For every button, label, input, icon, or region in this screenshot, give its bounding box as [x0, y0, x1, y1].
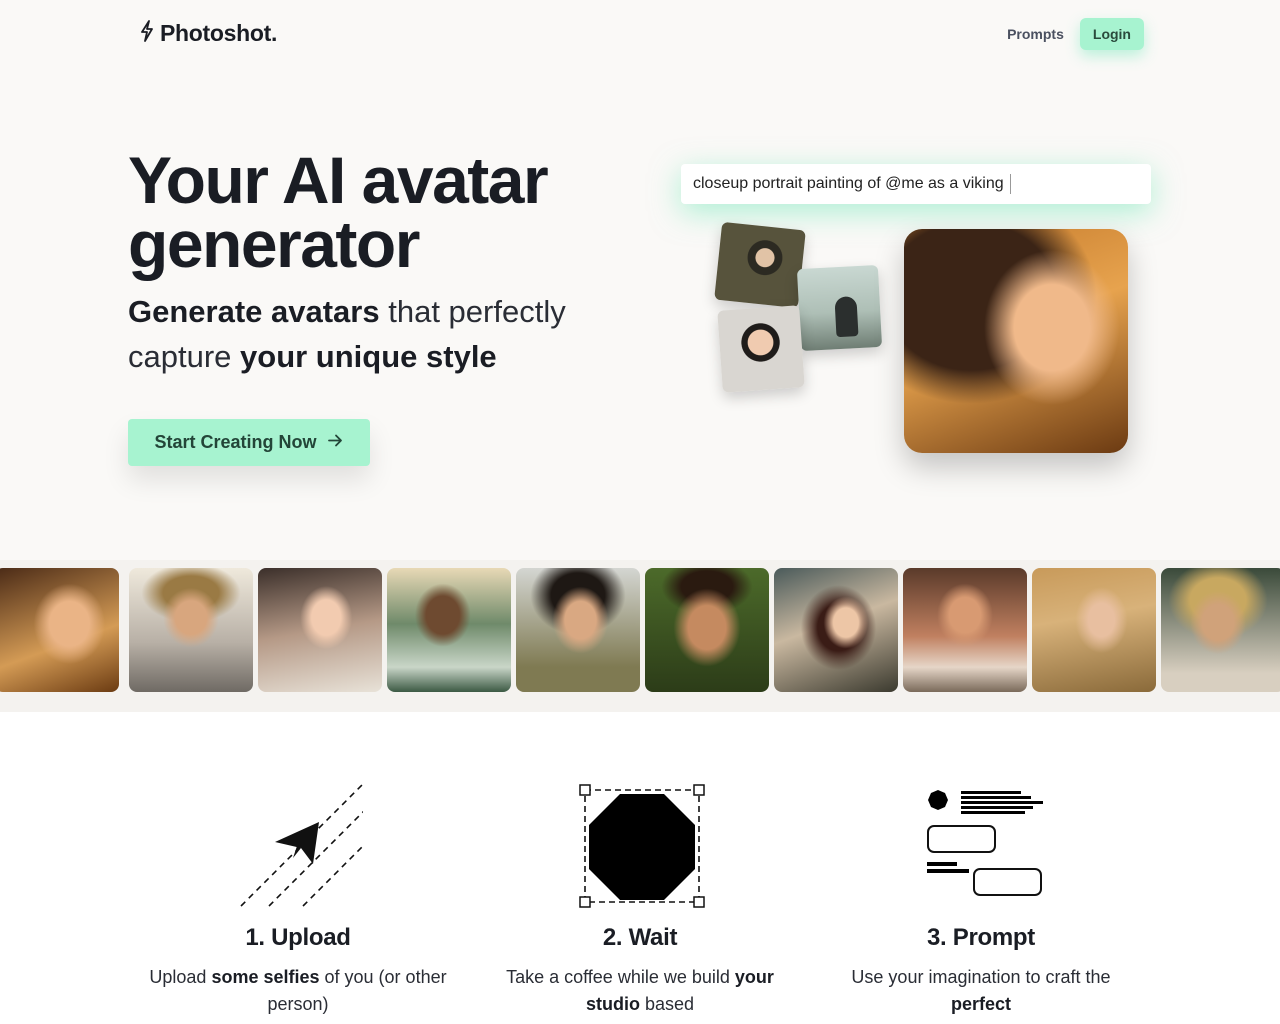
step-title: 2. Wait: [602, 924, 678, 951]
prompt-demo-text: closeup portrait painting of @me as a vi…: [693, 175, 1004, 192]
avatar-image: [0, 568, 119, 692]
logo[interactable]: Photoshot.: [140, 20, 277, 47]
paper-plane-icon: [233, 782, 368, 917]
avatar-image: [645, 568, 769, 692]
step-desc-text: Take a coffee while we build: [506, 967, 735, 987]
step-description: Use your imagination to craft the perfec…: [831, 964, 1131, 1018]
avatar-image: [258, 568, 382, 692]
start-creating-button[interactable]: Start Creating Now: [128, 419, 370, 466]
hero-subtitle: Generate avatars that perfectly capture …: [128, 289, 648, 379]
hero-title: Your AI avatar generator: [128, 143, 549, 281]
step-desc-bold: some selfies: [211, 967, 320, 987]
octagon-selection-icon: [575, 782, 705, 917]
nav-prompts-link[interactable]: Prompts: [1007, 20, 1064, 48]
text-caret: [1009, 174, 1011, 194]
site-header: Photoshot. Prompts Login: [0, 0, 1280, 70]
avatar-image: [129, 568, 253, 692]
prompt-layout-icon: [916, 782, 1046, 917]
selfie-thumbnail-3: [717, 305, 805, 393]
step-desc-text: Use your imagination to craft the: [851, 967, 1111, 987]
subtitle-bold-1: Generate avatars: [128, 294, 380, 329]
avatar-image: [387, 568, 511, 692]
how-it-works: 1. Upload Upload some selfies of you (or…: [0, 712, 1280, 1024]
step-desc-text: Upload: [149, 967, 212, 987]
step-description: Take a coffee while we build your studio…: [490, 964, 790, 1018]
avatar-image: [903, 568, 1027, 692]
generated-portrait: [904, 229, 1128, 453]
selfie-thumbnail-2: [796, 264, 883, 352]
step-desc-bold: perfect: [950, 994, 1012, 1014]
top-nav: Prompts Login: [1007, 18, 1144, 50]
prompt-demo-input: closeup portrait painting of @me as a vi…: [681, 164, 1151, 204]
avatar-image: [516, 568, 640, 692]
avatar-image: [1032, 568, 1156, 692]
avatar-image: [774, 568, 898, 692]
subtitle-bold-2: your unique style: [240, 339, 497, 374]
avatar-image: [1161, 568, 1280, 692]
cta-label: Start Creating Now: [154, 432, 317, 452]
step-desc-text: based: [639, 994, 695, 1014]
step-title: 1. Upload: [245, 924, 351, 951]
step-description: Upload some selfies of you (or other per…: [148, 964, 448, 1018]
login-button[interactable]: Login: [1079, 18, 1144, 50]
bolt-icon: [140, 20, 154, 47]
avatar-strip: [0, 560, 1280, 712]
step-title: 3. Prompt: [927, 924, 1035, 951]
selfie-thumbnail-1: [714, 221, 806, 309]
logo-text: Photoshot.: [160, 20, 278, 46]
arrow-right-icon: [327, 432, 344, 454]
